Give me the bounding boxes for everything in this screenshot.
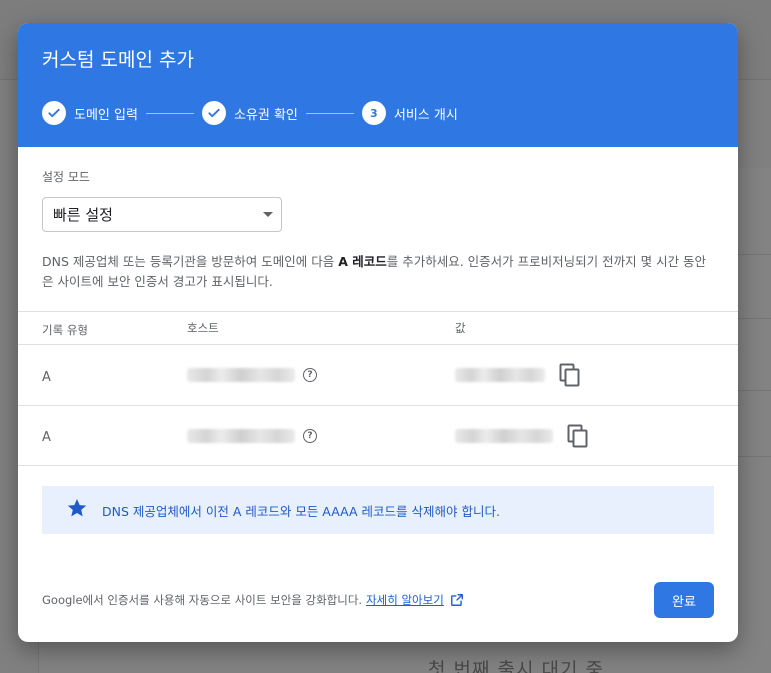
- help-icon[interactable]: ?: [303, 428, 317, 443]
- dialog-header: 커스텀 도메인 추가 도메인 입력 소유권 확인 3 서비스 개시: [18, 23, 738, 147]
- header-record-type: 기록 유형: [42, 322, 88, 337]
- header-value: 값: [455, 321, 466, 335]
- instructions-text: DNS 제공업체 또는 등록기관을 방문하여 도메인에 다음: [42, 254, 339, 269]
- learn-more-link[interactable]: 자세히 알아보기: [366, 592, 444, 608]
- dialog-footer: Google에서 인증서를 사용해 자동으로 사이트 보안을 강화합니다. 자세…: [42, 582, 714, 618]
- stepper: 도메인 입력 소유권 확인 3 서비스 개시: [42, 99, 714, 127]
- footer-text: Google에서 인증서를 사용해 자동으로 사이트 보안을 강화합니다.: [42, 593, 363, 607]
- done-button[interactable]: 완료: [654, 582, 714, 618]
- redacted-host: [187, 428, 295, 443]
- step-number-badge: 3: [361, 101, 386, 125]
- check-icon: [201, 101, 226, 125]
- background-divider: [738, 456, 771, 457]
- dropdown-arrow-icon: [263, 212, 273, 217]
- instructions-bold: A 레코드: [338, 254, 387, 269]
- background-divider: [738, 254, 771, 255]
- background-status-text: 첫 번째 출시 대기 중: [428, 659, 604, 673]
- step-label: 도메인 입력: [74, 107, 138, 123]
- check-icon: [42, 101, 66, 125]
- star-icon: [66, 497, 88, 523]
- record-type: A: [42, 369, 51, 385]
- table-row: A ?: [18, 344, 738, 405]
- step-label: 소유권 확인: [233, 107, 298, 123]
- setup-mode-value: 빠른 설정: [53, 206, 113, 224]
- step-connector: [145, 112, 194, 114]
- record-type: A: [42, 430, 51, 445]
- dns-instructions: DNS 제공업체 또는 등록기관을 방문하여 도메인에 다음 A 레코드를 추가…: [42, 252, 714, 292]
- redacted-value: [455, 428, 553, 443]
- step-go-live: 3 서비스 개시: [361, 101, 458, 125]
- notice-text: DNS 제공업체에서 이전 A 레코드와 모든 AAAA 레코드를 삭제해야 합…: [102, 503, 500, 519]
- step-enter-domain: 도메인 입력: [42, 101, 138, 125]
- background-divider: [738, 390, 771, 391]
- setup-mode-select[interactable]: 빠른 설정: [42, 197, 282, 232]
- step-connector: [305, 112, 354, 114]
- open-in-new-icon[interactable]: [450, 593, 464, 607]
- step-verify-ownership: 소유권 확인: [201, 101, 298, 125]
- step-label: 서비스 개시: [393, 107, 458, 123]
- footer-info: Google에서 인증서를 사용해 자동으로 사이트 보안을 강화합니다. 자세…: [42, 592, 464, 608]
- header-host: 호스트: [187, 321, 219, 335]
- dns-records-table: 기록 유형 호스트 값 A ? A ?: [18, 311, 738, 466]
- table-row: A ?: [18, 405, 738, 466]
- copy-icon[interactable]: [559, 363, 581, 387]
- dialog-body: 설정 모드 빠른 설정 DNS 제공업체 또는 등록기관을 방문하여 도메인에 …: [18, 147, 738, 292]
- add-custom-domain-dialog: 커스텀 도메인 추가 도메인 입력 소유권 확인 3 서비스 개시 설정 모드 …: [18, 23, 738, 642]
- table-header: 기록 유형 호스트 값: [18, 311, 738, 344]
- setup-mode-label: 설정 모드: [42, 170, 90, 184]
- copy-icon[interactable]: [567, 424, 589, 448]
- redacted-host: [187, 368, 295, 382]
- dialog-title: 커스텀 도메인 추가: [42, 49, 194, 71]
- warning-notice: DNS 제공업체에서 이전 A 레코드와 모든 AAAA 레코드를 삭제해야 합…: [42, 486, 714, 534]
- redacted-value: [455, 368, 545, 382]
- help-icon[interactable]: ?: [303, 368, 317, 382]
- background-divider: [738, 318, 771, 319]
